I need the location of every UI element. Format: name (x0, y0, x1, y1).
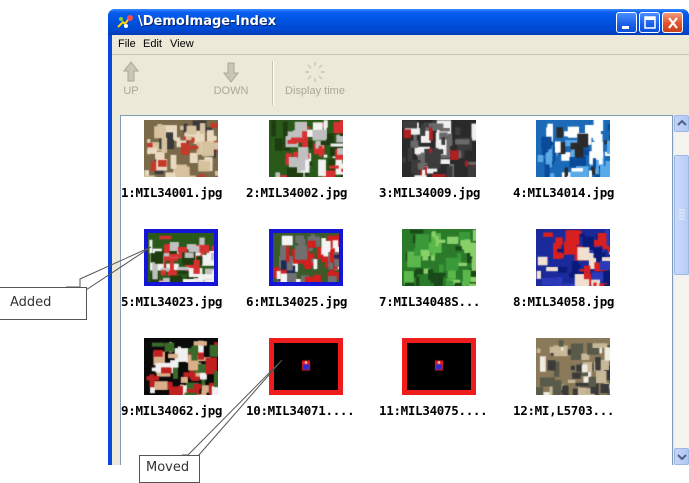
maximize-icon (644, 16, 656, 29)
close-icon (668, 17, 678, 29)
menu-bar: File Edit View (112, 35, 689, 55)
thumbnail-filename: 10:MIL34071.... (246, 403, 355, 418)
menu-edit[interactable]: Edit (143, 38, 162, 50)
toolbar-separator (272, 61, 274, 105)
minimize-icon (622, 26, 629, 29)
thumbnail-filename: 4:MIL34014.jpg (513, 185, 615, 200)
thumbnail-image (269, 120, 343, 177)
thumbnail-item[interactable]: 6:MIL34025.jpg (246, 227, 376, 322)
menu-file[interactable]: File (118, 38, 136, 50)
thumbnail-filename: 6:MIL34025.jpg (246, 294, 348, 309)
thumbnail-item[interactable]: 2:MIL34002.jpg (246, 118, 376, 213)
thumbnail-image (536, 338, 610, 395)
down-button[interactable]: DOWN (208, 57, 254, 109)
thumbnail-item[interactable]: 8:MIL34058.jpg (513, 227, 643, 322)
sun-timer-icon (305, 62, 325, 82)
minimize-button[interactable] (616, 12, 637, 33)
thumbnail-picture (402, 229, 476, 286)
thumbnail-picture (269, 120, 343, 177)
thumbnail-picture (144, 338, 218, 395)
thumbnail-item[interactable]: 1:MIL34001.jpg (121, 118, 251, 213)
thumbnail-filename: 11:MIL34075.... (379, 403, 488, 418)
thumbnail-image (144, 229, 218, 286)
app-window: \DemoImage-Index File Edit View UP DOWN … (108, 9, 689, 465)
thumbnail-picture (536, 338, 610, 395)
thumbnail-filename: 1:MIL34001.jpg (121, 185, 223, 200)
down-label: DOWN (213, 85, 249, 97)
window-title: \DemoImage-Index (138, 14, 277, 29)
thumbnail-item[interactable]: 3:MIL34009.jpg (379, 118, 509, 213)
thumbnail-picture (148, 233, 214, 282)
scroll-up-button[interactable] (674, 115, 689, 132)
arrow-up-icon (122, 61, 140, 82)
thumbnail-grid[interactable]: 1:MIL34001.jpg 2:MIL34002.jpg 3:MIL34009.j… (120, 115, 673, 465)
up-button[interactable]: UP (114, 57, 148, 109)
display-time-label: Display time (285, 85, 345, 97)
thumbnail-item[interactable]: 4:MIL34014.jpg (513, 118, 643, 213)
thumbnail-picture (407, 343, 471, 390)
scroll-down-button[interactable] (674, 448, 689, 465)
added-callout: Added (0, 287, 87, 320)
thumbnail-image (536, 229, 610, 286)
close-button[interactable] (662, 12, 683, 33)
thumbnail-filename: 2:MIL34002.jpg (246, 185, 348, 200)
grip-icon (679, 209, 685, 220)
thumbnail-filename: 8:MIL34058.jpg (513, 294, 615, 309)
thumbnail-item[interactable]: 9:MIL34062.jpg (121, 336, 251, 431)
thumbnail-filename: 5:MIL34023.jpg (121, 294, 223, 309)
thumbnail-image (402, 229, 476, 286)
added-label: Added (10, 295, 52, 310)
thumbnail-image (536, 120, 610, 177)
thumbnail-image (144, 120, 218, 177)
scroll-thumb[interactable] (674, 155, 689, 275)
thumbnail-item[interactable]: 5:MIL34023.jpg (121, 227, 251, 322)
thumbnail-image (144, 338, 218, 395)
thumbnail-image (402, 338, 476, 395)
menu-view[interactable]: View (170, 38, 194, 50)
title-bar[interactable]: \DemoImage-Index (108, 9, 689, 35)
thumbnail-item[interactable]: 12:MI,L5703... (513, 336, 643, 431)
chevron-up-icon (677, 119, 687, 126)
thumbnail-filename: 12:MI,L5703... (513, 403, 615, 418)
thumbnail-picture (144, 120, 218, 177)
arrow-down-icon (222, 62, 240, 83)
thumbnail-filename: 9:MIL34062.jpg (121, 403, 223, 418)
thumbnail-filename: 7:MIL34048S... (379, 294, 481, 309)
thumbnail-picture (402, 120, 476, 177)
thumbnail-picture (274, 343, 338, 390)
moved-label: Moved (146, 460, 190, 475)
thumbnail-item[interactable]: 7:MIL34048S... (379, 227, 509, 322)
up-label: UP (123, 85, 139, 97)
toolbar: UP DOWN Display time (112, 55, 689, 115)
thumbnail-item[interactable]: 10:MIL34071.... (246, 336, 376, 431)
window-client: File Edit View UP DOWN Display time 1:MI… (112, 35, 689, 465)
thumbnail-filename: 3:MIL34009.jpg (379, 185, 481, 200)
thumbnail-image (269, 229, 343, 286)
display-time-button[interactable]: Display time (278, 57, 352, 109)
thumbnail-picture (536, 120, 610, 177)
thumbnail-item[interactable]: 11:MIL34075.... (379, 336, 509, 431)
chevron-down-icon (677, 454, 687, 461)
thumbnail-image (269, 338, 343, 395)
maximize-button[interactable] (639, 12, 660, 33)
demo-app-icon (117, 15, 133, 28)
thumbnail-picture (536, 229, 610, 286)
thumbnail-image (402, 120, 476, 177)
vertical-scrollbar[interactable] (673, 115, 689, 465)
thumbnail-picture (273, 233, 339, 282)
